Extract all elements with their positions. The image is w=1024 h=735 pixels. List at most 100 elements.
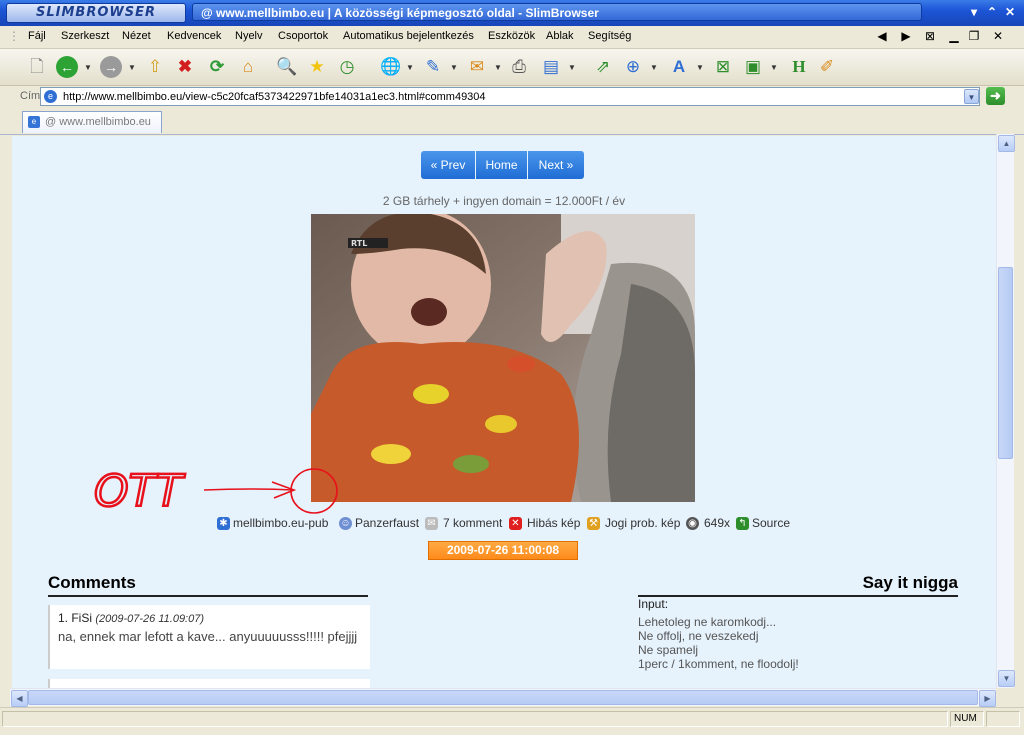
forward-dropdown-icon[interactable]: ▼ bbox=[128, 63, 136, 72]
back-dropdown-icon[interactable]: ▼ bbox=[84, 63, 92, 72]
toolbar: 🗋 ← ▼ → ▼ ⇧ ✖ ⟳ ⌂ 🔍 ★ ◷ 🌐 ▼ ✎ ▼ ✉ ▼ ⎙ ▤ … bbox=[0, 49, 1024, 86]
popup-icon[interactable]: ⇗ bbox=[590, 54, 616, 80]
search-icon[interactable]: 🔍 bbox=[274, 54, 300, 80]
menu-groups[interactable]: Csoportok bbox=[278, 30, 328, 42]
grip-icon: ⋮ bbox=[8, 29, 20, 43]
user-icon: ☺ bbox=[339, 517, 352, 530]
scroll-up-icon[interactable]: ▲ bbox=[998, 135, 1015, 152]
bad-image-link[interactable]: Hibás kép bbox=[527, 516, 580, 530]
mail-dropdown-icon[interactable]: ▼ bbox=[494, 63, 502, 72]
comments-link[interactable]: 7 komment bbox=[443, 516, 502, 530]
comment-text: na, ennek mar lefott a kave... anyuuuuus… bbox=[58, 629, 358, 644]
menu-bar: ⋮ Fájl Szerkeszt Nézet Kedvencek Nyelv C… bbox=[0, 26, 1024, 49]
refresh-icon[interactable]: ⟳ bbox=[204, 54, 230, 80]
views-eye-icon: ◉ bbox=[686, 517, 699, 530]
close-icon[interactable]: ✕ bbox=[1002, 4, 1018, 20]
vertical-scroll-thumb[interactable] bbox=[998, 267, 1013, 459]
next-button[interactable]: Next » bbox=[528, 151, 584, 179]
scroll-down-icon[interactable]: ▼ bbox=[998, 670, 1015, 687]
comment-header: 1. FiSi (2009-07-26 11.09:07) bbox=[58, 611, 362, 625]
go-icon[interactable]: ➜ bbox=[986, 87, 1005, 105]
comment-icon: ✉ bbox=[425, 517, 438, 530]
rule-item: Ne offolj, ne veszekedj bbox=[638, 629, 759, 643]
html-source-icon[interactable]: H bbox=[786, 54, 812, 80]
close-window-icon[interactable]: ⊠ bbox=[710, 54, 736, 80]
history-icon[interactable]: ◷ bbox=[334, 54, 360, 80]
print-icon[interactable]: ⎙ bbox=[506, 54, 532, 80]
main-photo[interactable]: RTL bbox=[311, 214, 695, 502]
form-fill-icon[interactable]: ▤ bbox=[538, 54, 564, 80]
red-annotation: OTT bbox=[93, 465, 338, 518]
up-folder-icon[interactable]: ⇧ bbox=[142, 54, 168, 80]
home-icon[interactable]: ⌂ bbox=[235, 54, 261, 80]
status-cell-empty bbox=[986, 711, 1020, 727]
annotation-text: OTT bbox=[94, 466, 186, 517]
menu-tools[interactable]: Eszközök bbox=[488, 30, 535, 42]
home-button[interactable]: Home bbox=[476, 151, 527, 179]
globe-dropdown-icon[interactable]: ▼ bbox=[406, 63, 414, 72]
app-logo: SLIMBROWSER bbox=[6, 3, 186, 23]
comments-heading: Comments bbox=[48, 573, 368, 597]
edit-dropdown-icon[interactable]: ▼ bbox=[450, 63, 458, 72]
menu-help[interactable]: Segítség bbox=[588, 30, 631, 42]
tab-minimize-icon[interactable]: ▁ bbox=[946, 29, 962, 43]
window-list-dropdown-icon[interactable]: ▼ bbox=[770, 63, 778, 72]
tab-restore-icon[interactable]: ❐ bbox=[966, 29, 982, 43]
page-icon: e bbox=[44, 90, 57, 103]
form-dropdown-icon[interactable]: ▼ bbox=[568, 63, 576, 72]
comment-item bbox=[48, 679, 370, 688]
maximize-icon[interactable]: ⌃ bbox=[984, 4, 1000, 20]
tab-mellbimbo[interactable]: @ www.mellbimbo.eu bbox=[22, 111, 162, 133]
address-input[interactable] bbox=[40, 87, 980, 106]
scroll-left-icon[interactable]: ◀ bbox=[11, 690, 28, 707]
zoom-dropdown-icon[interactable]: ▼ bbox=[650, 63, 658, 72]
comment-author[interactable]: 1. FiSi bbox=[58, 611, 92, 625]
tab-next-icon[interactable]: ▶ bbox=[898, 29, 914, 43]
photo-illustration: RTL bbox=[311, 214, 695, 502]
close-all-icon[interactable]: ⊠ bbox=[922, 29, 938, 43]
comment-form-heading: Say it nigga bbox=[638, 573, 958, 597]
uploader-group-link[interactable]: mellbimbo.eu-pub bbox=[233, 516, 328, 530]
source-link[interactable]: Source bbox=[752, 516, 790, 530]
stop-icon[interactable]: ✖ bbox=[172, 54, 198, 80]
forward-icon[interactable]: → bbox=[100, 56, 122, 78]
title-bar[interactable]: SLIMBROWSER @ www.mellbimbo.eu | A közös… bbox=[0, 0, 1024, 27]
vertical-scrollbar[interactable]: ▲ ▼ bbox=[996, 134, 1015, 688]
mail-icon[interactable]: ✉ bbox=[464, 54, 490, 80]
menu-autologin[interactable]: Automatikus bejelentkezés bbox=[343, 30, 474, 42]
menu-window[interactable]: Ablak bbox=[546, 30, 574, 42]
legal-issue-link[interactable]: Jogi prob. kép bbox=[605, 516, 680, 530]
globe-icon[interactable]: 🌐 bbox=[378, 54, 404, 80]
favorites-star-icon[interactable]: ★ bbox=[304, 54, 330, 80]
window-list-icon[interactable]: ▣ bbox=[740, 54, 766, 80]
back-icon[interactable]: ← bbox=[56, 56, 78, 78]
zoom-icon[interactable]: ⊕ bbox=[620, 54, 646, 80]
prev-button[interactable]: « Prev bbox=[421, 151, 475, 179]
source-arrow-icon: ↰ bbox=[736, 517, 749, 530]
new-page-icon[interactable]: 🗋 bbox=[24, 54, 50, 80]
minimize-icon[interactable]: ▾ bbox=[966, 4, 982, 20]
menu-language[interactable]: Nyelv bbox=[235, 30, 263, 42]
menu-view[interactable]: Nézet bbox=[122, 30, 151, 42]
menu-edit[interactable]: Szerkeszt bbox=[61, 30, 109, 42]
tab-close-icon[interactable]: ✕ bbox=[990, 29, 1006, 43]
horizontal-scroll-thumb[interactable] bbox=[28, 690, 978, 705]
menu-file[interactable]: Fájl bbox=[28, 30, 46, 42]
ad-text[interactable]: 2 GB tárhely + ingyen domain = 12.000Ft … bbox=[12, 194, 996, 208]
edit-icon[interactable]: ✎ bbox=[420, 54, 446, 80]
font-size-icon[interactable]: A bbox=[666, 54, 692, 80]
tv-channel-logo: RTL bbox=[351, 239, 367, 248]
view-count: 649x bbox=[704, 516, 731, 530]
skin-icon[interactable]: ✐ bbox=[814, 54, 840, 80]
input-label: Input: bbox=[638, 597, 669, 611]
page-viewport: « Prev Home Next » 2 GB tárhely + ingyen… bbox=[12, 136, 996, 688]
horizontal-scrollbar[interactable]: ◀ ▶ bbox=[10, 688, 996, 707]
address-dropdown-icon[interactable]: ▼ bbox=[964, 89, 979, 104]
scroll-right-icon[interactable]: ▶ bbox=[979, 690, 996, 707]
menu-favorites[interactable]: Kedvencek bbox=[167, 30, 221, 42]
user-link[interactable]: Panzerfaust bbox=[355, 516, 419, 530]
error-icon: ✕ bbox=[509, 517, 522, 530]
font-dropdown-icon[interactable]: ▼ bbox=[696, 63, 704, 72]
tab-prev-icon[interactable]: ◀ bbox=[874, 29, 890, 43]
status-bar: NUM bbox=[0, 707, 1024, 735]
